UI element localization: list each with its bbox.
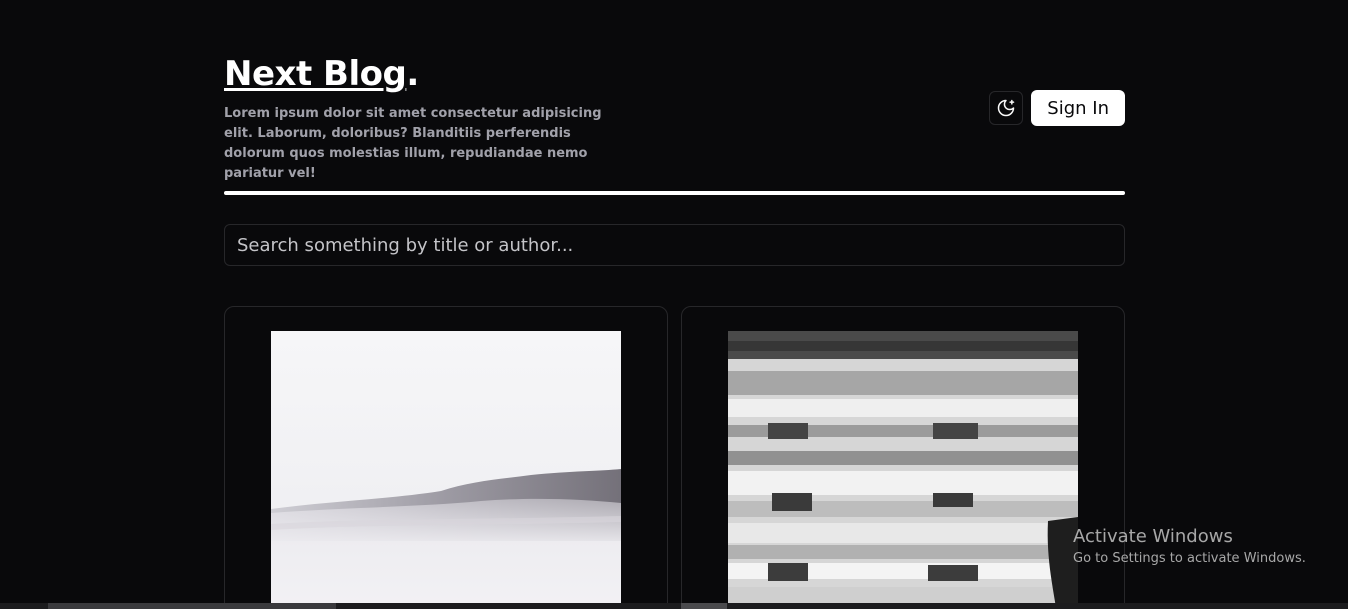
header-actions: Sign In xyxy=(989,90,1125,126)
misty-mountain-image xyxy=(271,331,621,609)
scrollbar-thumb[interactable] xyxy=(48,603,336,609)
site-title: Next Blog. xyxy=(224,52,419,96)
activate-windows-title: Activate Windows xyxy=(1073,526,1233,547)
post-card[interactable] xyxy=(224,306,668,609)
search-input[interactable] xyxy=(225,225,1124,265)
theme-toggle-button[interactable] xyxy=(989,91,1024,125)
site-tagline: Lorem ipsum dolor sit amet consectetur a… xyxy=(224,106,602,181)
activate-windows-subtitle: Go to Settings to activate Windows. xyxy=(1073,551,1306,566)
site-title-link[interactable]: Next Blog xyxy=(224,54,407,94)
building-facade-image xyxy=(728,331,1078,609)
activate-windows-watermark: Activate Windows Go to Settings to activ… xyxy=(1073,526,1306,568)
site-header: Next Blog. Lorem ipsum dolor sit amet co… xyxy=(224,50,1125,181)
search-box xyxy=(224,224,1125,266)
post-card-image xyxy=(728,331,1078,609)
horizontal-scrollbar[interactable] xyxy=(0,603,1348,609)
sign-in-button[interactable]: Sign In xyxy=(1031,90,1125,126)
post-card[interactable] xyxy=(681,306,1125,609)
post-card-image xyxy=(271,331,621,609)
site-title-dot: . xyxy=(406,54,419,94)
moon-sparkles-icon xyxy=(998,99,1015,117)
page-root: Next Blog. Lorem ipsum dolor sit amet co… xyxy=(0,0,1348,609)
scrollbar-thumb-secondary[interactable] xyxy=(681,603,727,609)
header-divider xyxy=(224,191,1125,195)
